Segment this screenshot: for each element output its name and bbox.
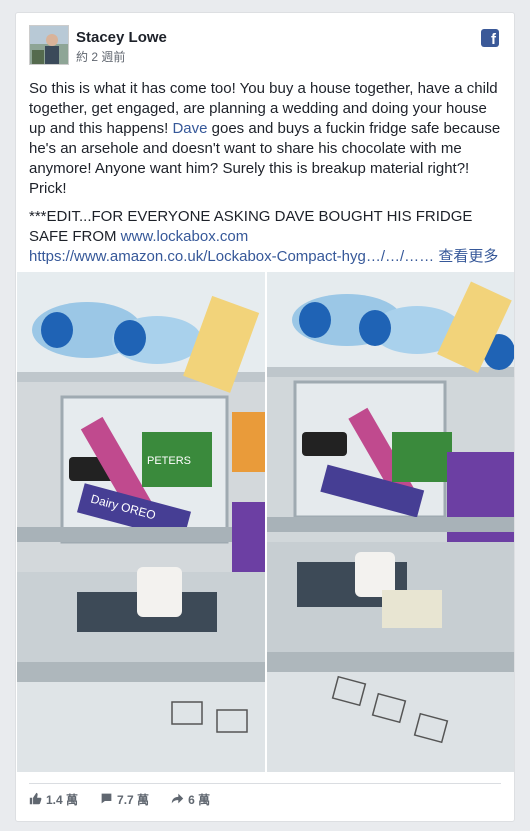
post-body: So this is what it has come too! You buy… xyxy=(29,79,504,199)
post-text: So this is what it has come too! You buy… xyxy=(29,79,504,275)
post-timestamp[interactable]: 約 2 週前 xyxy=(76,48,125,65)
comment-count[interactable]: 7.7 萬 xyxy=(100,791,149,808)
comment-icon xyxy=(100,792,113,808)
share-count-text: 6 萬 xyxy=(188,793,211,807)
post-edit-text: ***EDIT...FOR EVERYONE ASKING DAVE BOUGH… xyxy=(29,208,473,245)
post-stats: 1.4 萬 7.7 萬 6 萬 xyxy=(29,791,210,808)
avatar[interactable] xyxy=(29,25,69,65)
comment-count-text: 7.7 萬 xyxy=(117,793,150,807)
amazon-link[interactable]: https://www.amazon.co.uk/Lockabox-Compac… xyxy=(29,248,434,265)
photo-fridge-2[interactable] xyxy=(267,272,514,772)
post-card: Stacey Lowe 約 2 週前 f So this is what it … xyxy=(15,12,515,822)
thumbs-up-icon xyxy=(29,792,42,808)
author-name[interactable]: Stacey Lowe xyxy=(76,29,167,46)
see-more-link[interactable]: 查看更多 xyxy=(438,248,498,265)
like-count-text: 1.4 萬 xyxy=(46,793,79,807)
mention-link[interactable]: Dave xyxy=(172,120,207,137)
footer-divider xyxy=(29,783,501,784)
photo-fridge-1[interactable]: PETERS Dairy OREO xyxy=(17,272,265,772)
facebook-logo-icon[interactable]: f xyxy=(481,29,499,47)
like-count[interactable]: 1.4 萬 xyxy=(29,791,78,808)
share-arrow-icon xyxy=(171,792,184,808)
post-edit: ***EDIT...FOR EVERYONE ASKING DAVE BOUGH… xyxy=(29,207,504,267)
photo-grid: PETERS Dairy OREO xyxy=(16,272,514,772)
peters-label: PETERS xyxy=(147,455,191,467)
share-count[interactable]: 6 萬 xyxy=(171,791,210,808)
post-header: Stacey Lowe 約 2 週前 f xyxy=(16,13,514,73)
edit-link[interactable]: www.lockabox.com xyxy=(121,228,249,245)
